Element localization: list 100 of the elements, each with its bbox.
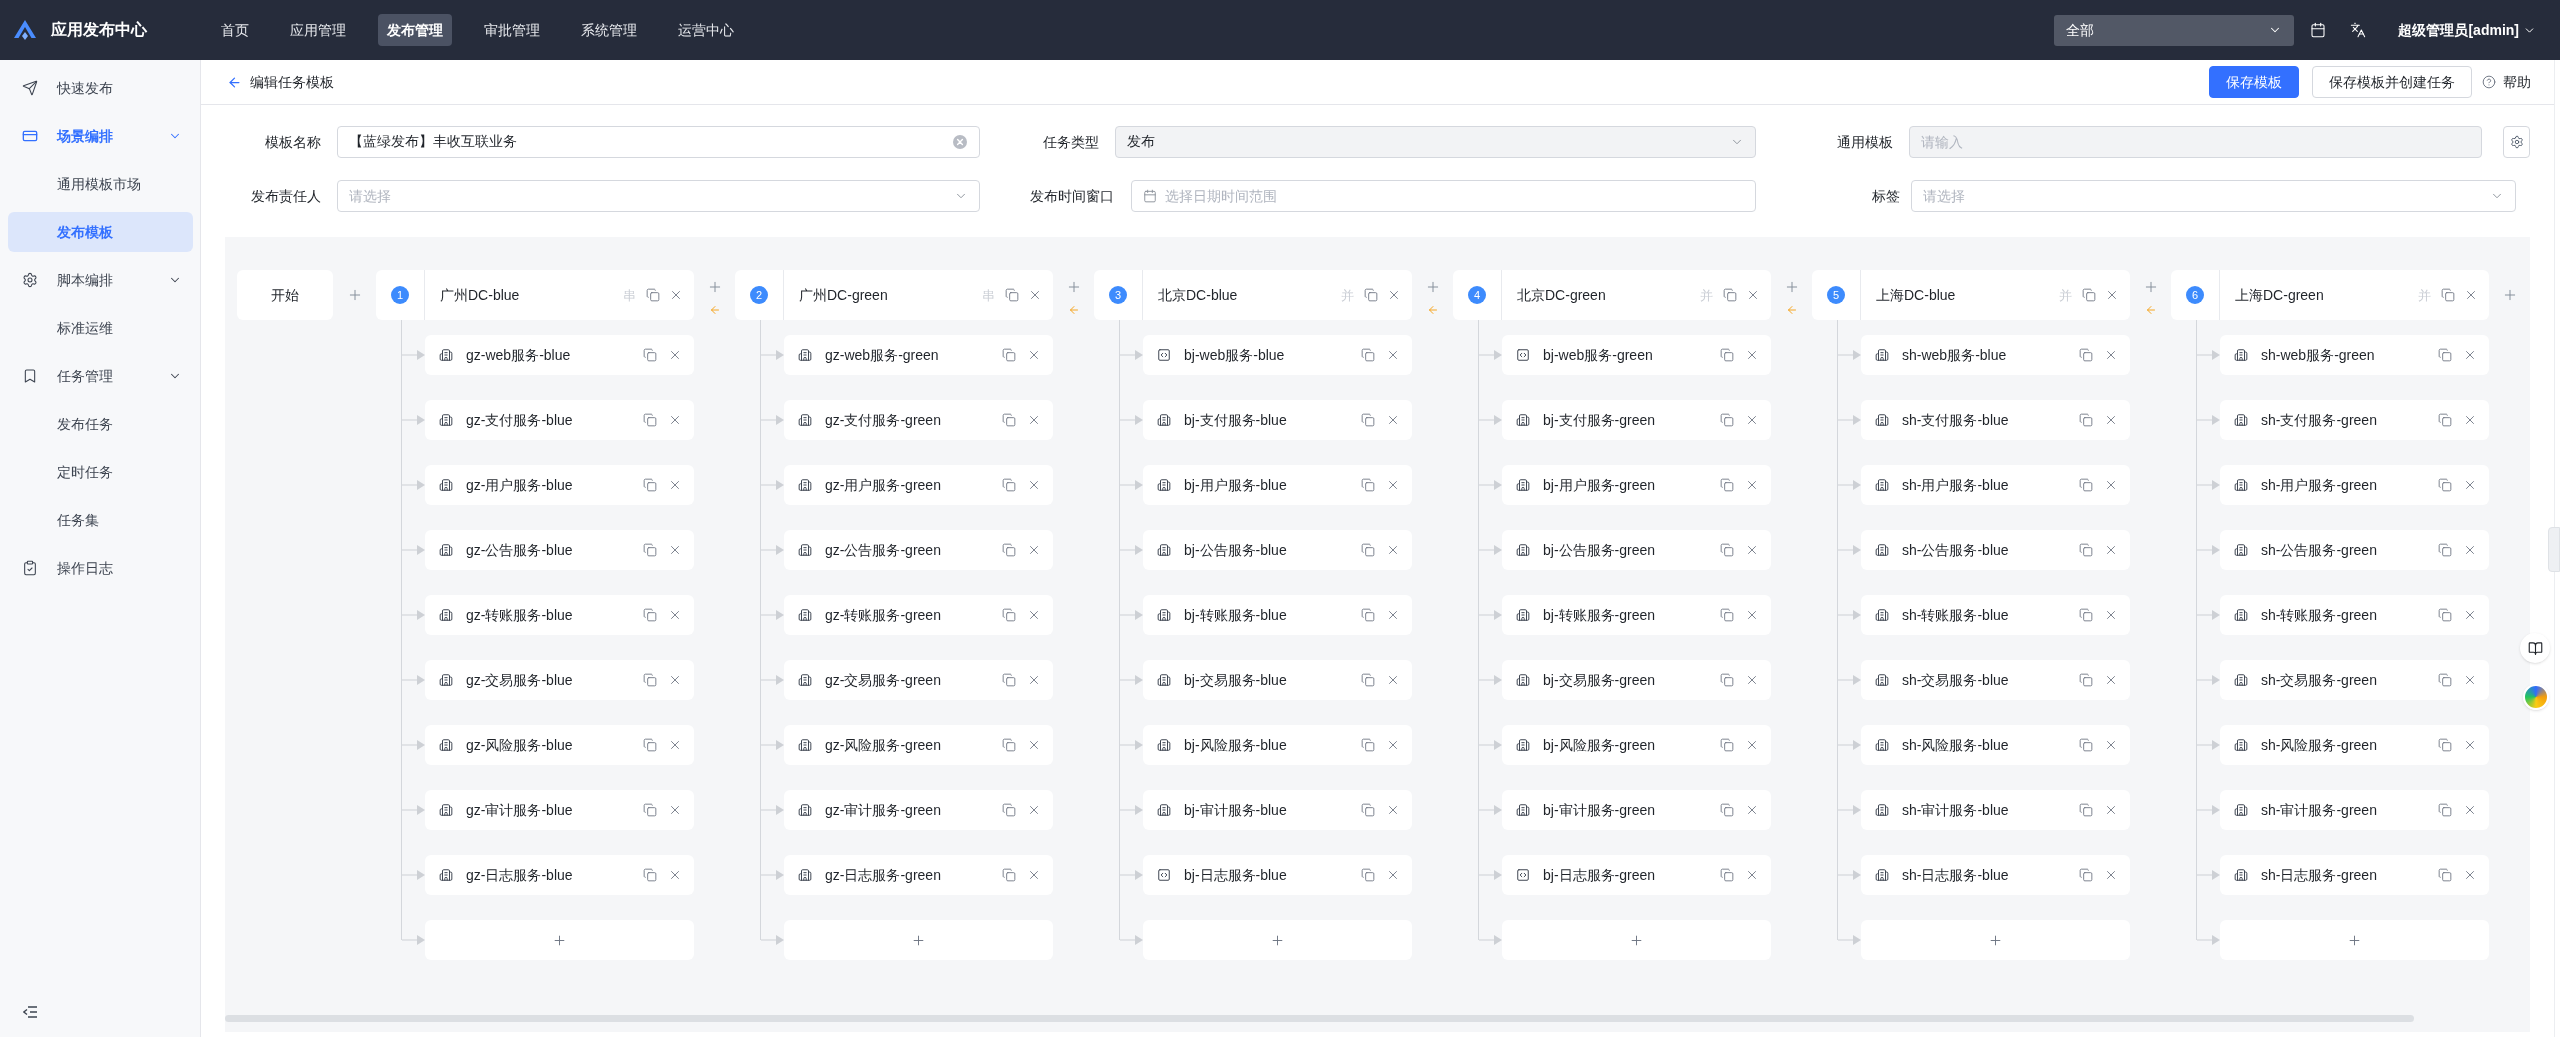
copy-icon[interactable] [2438, 608, 2452, 622]
copy-icon[interactable] [1361, 608, 1375, 622]
close-icon[interactable] [2463, 673, 2477, 687]
copy-icon[interactable] [1720, 413, 1734, 427]
close-icon[interactable] [2463, 803, 2477, 817]
close-icon[interactable] [1386, 413, 1400, 427]
close-icon[interactable] [1027, 348, 1041, 362]
close-icon[interactable] [1745, 673, 1759, 687]
close-icon[interactable] [2463, 478, 2477, 492]
close-icon[interactable] [668, 608, 682, 622]
service-card[interactable]: sh-用户服务-green [2220, 465, 2489, 505]
service-card[interactable]: sh-审计服务-green [2220, 790, 2489, 830]
close-icon[interactable] [668, 868, 682, 882]
service-card[interactable]: gz-web服务-green [784, 335, 1053, 375]
close-icon[interactable] [668, 348, 682, 362]
copy-icon[interactable] [1002, 348, 1016, 362]
copy-icon[interactable] [2079, 738, 2093, 752]
copy-icon[interactable] [2079, 413, 2093, 427]
copy-icon[interactable] [1002, 413, 1016, 427]
copy-icon[interactable] [2079, 543, 2093, 557]
service-card[interactable]: gz-转账服务-green [784, 595, 1053, 635]
service-card[interactable]: gz-风险服务-green [784, 725, 1053, 765]
close-icon[interactable] [2104, 608, 2118, 622]
copy-icon[interactable] [1720, 868, 1734, 882]
copy-icon[interactable] [2438, 803, 2452, 817]
close-icon[interactable] [1386, 868, 1400, 882]
copy-icon[interactable] [1002, 543, 1016, 557]
copy-icon[interactable] [2438, 543, 2452, 557]
close-icon[interactable] [1386, 673, 1400, 687]
service-card[interactable]: gz-用户服务-blue [425, 465, 694, 505]
close-icon[interactable] [1027, 868, 1041, 882]
close-icon[interactable] [1027, 478, 1041, 492]
service-card[interactable]: gz-转账服务-blue [425, 595, 694, 635]
copy-icon[interactable] [1723, 288, 1737, 302]
close-icon[interactable] [1745, 478, 1759, 492]
copy-icon[interactable] [1361, 478, 1375, 492]
service-card[interactable]: bj-风险服务-blue [1143, 725, 1412, 765]
sidebar-item[interactable]: 任务集 [8, 500, 193, 540]
copy-icon[interactable] [1720, 738, 1734, 752]
translate-icon[interactable] [2350, 22, 2367, 38]
close-icon[interactable] [668, 673, 682, 687]
nav-tab[interactable]: 审批管理 [475, 14, 549, 46]
service-card[interactable]: sh-转账服务-green [2220, 595, 2489, 635]
copy-icon[interactable] [2441, 288, 2455, 302]
close-icon[interactable] [1387, 288, 1401, 302]
close-icon[interactable] [1386, 738, 1400, 752]
service-card[interactable]: bj-支付服务-blue [1143, 400, 1412, 440]
sidebar-item[interactable]: 场景编排 [8, 116, 193, 156]
copy-icon[interactable] [1361, 803, 1375, 817]
service-card[interactable]: gz-交易服务-blue [425, 660, 694, 700]
service-card[interactable]: bj-风险服务-green [1502, 725, 1771, 765]
close-icon[interactable] [2104, 738, 2118, 752]
close-icon[interactable] [1745, 868, 1759, 882]
copy-icon[interactable] [643, 738, 657, 752]
sidebar-item[interactable]: 任务管理 [8, 356, 193, 396]
service-card[interactable]: sh-风险服务-green [2220, 725, 2489, 765]
copy-icon[interactable] [643, 543, 657, 557]
copy-icon[interactable] [1361, 543, 1375, 557]
service-card[interactable]: bj-用户服务-green [1502, 465, 1771, 505]
copy-icon[interactable] [1720, 608, 1734, 622]
copy-icon[interactable] [643, 478, 657, 492]
close-icon[interactable] [1027, 738, 1041, 752]
service-card[interactable]: gz-用户服务-green [784, 465, 1053, 505]
service-card[interactable]: gz-公告服务-blue [425, 530, 694, 570]
close-icon[interactable] [1386, 803, 1400, 817]
close-icon[interactable] [1386, 478, 1400, 492]
service-card[interactable]: gz-支付服务-green [784, 400, 1053, 440]
service-card[interactable]: bj-用户服务-blue [1143, 465, 1412, 505]
service-card[interactable]: sh-日志服务-blue [1861, 855, 2130, 895]
clear-icon[interactable] [953, 135, 967, 149]
close-icon[interactable] [1386, 348, 1400, 362]
copy-icon[interactable] [2082, 288, 2096, 302]
close-icon[interactable] [2463, 738, 2477, 752]
copy-icon[interactable] [1720, 803, 1734, 817]
service-card[interactable]: sh-用户服务-blue [1861, 465, 2130, 505]
close-icon[interactable] [1027, 608, 1041, 622]
book-icon[interactable] [2520, 633, 2550, 663]
service-card[interactable]: sh-交易服务-green [2220, 660, 2489, 700]
service-card[interactable]: bj-公告服务-green [1502, 530, 1771, 570]
close-icon[interactable] [2463, 413, 2477, 427]
close-icon[interactable] [2104, 348, 2118, 362]
close-icon[interactable] [1745, 543, 1759, 557]
service-card[interactable]: sh-支付服务-blue [1861, 400, 2130, 440]
settings-button[interactable] [2503, 126, 2530, 158]
close-icon[interactable] [668, 478, 682, 492]
close-icon[interactable] [669, 288, 683, 302]
close-icon[interactable] [2104, 803, 2118, 817]
nav-tab[interactable]: 运营中心 [669, 14, 743, 46]
copy-icon[interactable] [1361, 413, 1375, 427]
service-card[interactable]: bj-转账服务-blue [1143, 595, 1412, 635]
service-card[interactable]: bj-审计服务-green [1502, 790, 1771, 830]
copy-icon[interactable] [1361, 673, 1375, 687]
close-icon[interactable] [1386, 608, 1400, 622]
sidebar-item[interactable]: 发布任务 [8, 404, 193, 444]
close-icon[interactable] [1027, 673, 1041, 687]
copy-icon[interactable] [1002, 673, 1016, 687]
calendar-icon[interactable] [2310, 22, 2327, 38]
nav-tab[interactable]: 发布管理 [378, 14, 452, 46]
copy-icon[interactable] [2438, 738, 2452, 752]
scrollbar-thumb[interactable] [225, 1015, 2414, 1022]
